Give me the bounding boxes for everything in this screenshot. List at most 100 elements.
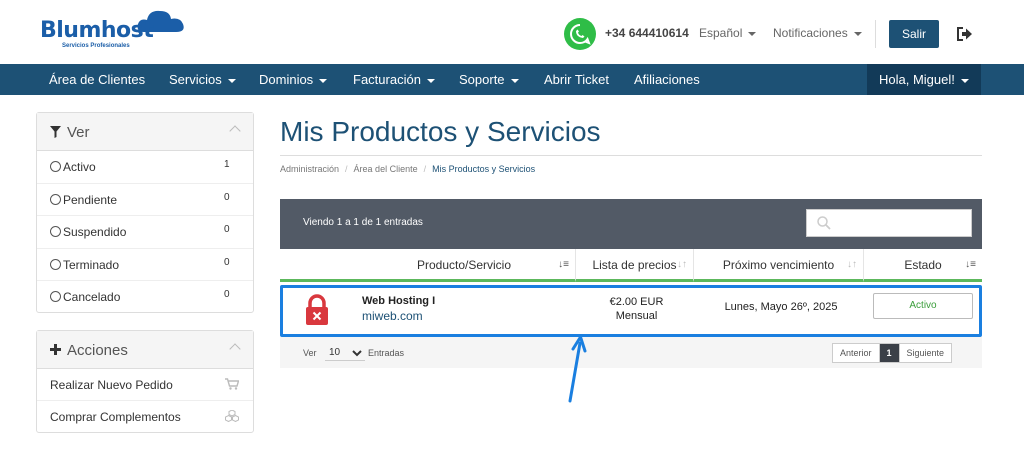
filter-item-pendiente[interactable]: Pendiente 0 — [37, 184, 253, 216]
chevron-up-icon — [229, 343, 241, 355]
radio-icon — [50, 226, 61, 237]
cubes-icon — [225, 410, 239, 422]
lock-icon — [306, 294, 328, 325]
breadcrumb-item[interactable]: Área del Cliente — [354, 164, 418, 174]
filter-count: 0 — [224, 256, 230, 268]
nav-item-soporte[interactable]: Soporte — [459, 64, 519, 95]
column-header-status[interactable]: Estado ↓≡ — [863, 249, 982, 282]
nav-item-label: Área de Clientes — [49, 72, 146, 87]
radio-icon — [50, 258, 61, 270]
filter-label: Terminado — [63, 257, 120, 272]
sort-icon: ↓↑ — [677, 259, 687, 270]
column-header-label: Próximo vencimiento — [722, 258, 835, 272]
logout-button[interactable]: Salir — [889, 20, 939, 48]
entries-label: Entradas — [368, 348, 405, 358]
filter-label: Suspendido — [63, 225, 127, 239]
table-header: Producto/Servicio ↓≡ Lista de precios ↓↑… — [280, 249, 982, 282]
logo[interactable]: Blumhost Servicios Profesionales — [40, 8, 185, 52]
sign-out-icon[interactable] — [955, 26, 973, 42]
filter-item-activo[interactable]: Activo 1 — [37, 151, 253, 184]
next-page-button[interactable]: Siguiente — [898, 344, 952, 362]
language-selector[interactable]: Español — [699, 26, 757, 40]
pagination: Anterior 1 Siguiente — [832, 343, 953, 363]
action-buy-addons[interactable]: Comprar Complementos — [37, 401, 253, 433]
nav-item-facturacion[interactable]: Facturación — [353, 64, 435, 95]
filter-count: 0 — [224, 191, 230, 203]
main-navbar: Área de Clientes Servicios Dominios Fact… — [0, 64, 1024, 95]
price-amount: €2.00 EUR — [609, 296, 664, 308]
language-label: Español — [699, 26, 743, 40]
user-greeting: Hola, Miguel! — [879, 72, 955, 87]
previous-page-button[interactable]: Anterior — [833, 344, 879, 362]
column-header-price[interactable]: Lista de precios ↓↑ — [575, 249, 693, 282]
nav-item-area-clientes[interactable]: Área de Clientes — [49, 64, 145, 95]
table-footer: Ver 10 Entradas Anterior 1 Siguiente — [280, 337, 982, 368]
nav-item-servicios[interactable]: Servicios — [169, 64, 236, 95]
divider — [280, 155, 982, 156]
chevron-down-icon — [227, 78, 236, 83]
annotation-arrow-icon — [568, 335, 587, 403]
filter-panel-header[interactable]: Ver — [37, 113, 253, 151]
actions-panel: Acciones Realizar Nuevo Pedido Comprar C… — [36, 330, 254, 433]
product-domain-link[interactable]: miweb.com — [362, 309, 423, 323]
nav-item-dominios[interactable]: Dominios — [259, 64, 328, 95]
chevron-up-icon — [229, 125, 241, 137]
cart-icon — [225, 378, 239, 390]
phone-number[interactable]: +34 644410614 — [605, 26, 689, 40]
actions-panel-title: Acciones — [67, 342, 128, 359]
divider — [875, 20, 876, 48]
notifications-label: Notificaciones — [773, 26, 848, 40]
column-header-product[interactable]: Producto/Servicio ↓≡ — [353, 249, 575, 282]
chevron-down-icon — [510, 78, 519, 83]
radio-icon — [50, 161, 61, 172]
nav-item-label: Abrir Ticket — [544, 72, 610, 87]
chevron-down-icon — [853, 31, 862, 36]
nav-item-label: Soporte — [459, 72, 505, 87]
breadcrumb-separator: / — [423, 164, 427, 174]
filter-count: 1 — [224, 159, 230, 170]
breadcrumb-item[interactable]: Administración — [280, 164, 339, 174]
filter-item-terminado[interactable]: Terminado 0 — [37, 249, 253, 281]
filter-item-suspendido[interactable]: Suspendido 0 — [37, 216, 253, 249]
filter-panel: Ver Activo 1 Pendiente 0 Suspendido 0 Te… — [36, 112, 254, 313]
search-icon — [817, 216, 831, 230]
search-input[interactable] — [806, 209, 972, 237]
filter-label: Pendiente — [63, 192, 118, 207]
page-button-current[interactable]: 1 — [878, 344, 899, 362]
chevron-down-icon — [319, 78, 328, 83]
filter-count: 0 — [224, 289, 230, 300]
notifications-menu[interactable]: Notificaciones — [773, 26, 862, 40]
breadcrumb-separator: / — [345, 164, 348, 174]
action-new-order[interactable]: Realizar Nuevo Pedido — [37, 369, 253, 401]
radio-icon — [50, 291, 61, 302]
table-row[interactable]: Web Hosting I miweb.com €2.00 EUR Mensua… — [280, 285, 982, 337]
action-label: Realizar Nuevo Pedido — [50, 378, 173, 392]
nav-item-abrir-ticket[interactable]: Abrir Ticket — [544, 64, 609, 95]
plus-icon — [50, 344, 61, 355]
product-price: €2.00 EUR Mensual — [583, 295, 690, 323]
filter-item-cancelado[interactable]: Cancelado 0 — [37, 281, 253, 314]
status-badge[interactable]: Activo — [873, 293, 973, 319]
page-size-label: Ver — [303, 348, 317, 358]
nav-item-label: Afiliaciones — [634, 72, 700, 87]
sort-icon: ↓↑ — [847, 259, 857, 270]
whatsapp-icon[interactable] — [564, 18, 596, 50]
action-label: Comprar Complementos — [50, 410, 181, 424]
user-menu[interactable]: Hola, Miguel! — [867, 64, 981, 95]
page-title: Mis Productos y Servicios — [280, 116, 601, 147]
product-name: Web Hosting I — [362, 295, 436, 307]
nav-item-afiliaciones[interactable]: Afiliaciones — [634, 64, 700, 95]
billing-cycle: Mensual — [615, 310, 658, 322]
column-header-due[interactable]: Próximo vencimiento ↓↑ — [693, 249, 863, 282]
entries-info: Viendo 1 a 1 de 1 entradas — [303, 217, 423, 228]
nav-item-label: Servicios — [169, 72, 222, 87]
nav-item-label: Facturación — [353, 72, 421, 87]
next-due-date: Lunes, Mayo 26º, 2025 — [724, 301, 838, 313]
breadcrumb-item-active: Mis Productos y Servicios — [432, 164, 536, 174]
actions-panel-header[interactable]: Acciones — [37, 331, 253, 369]
column-header-label: Producto/Servicio — [416, 258, 512, 272]
nav-item-label: Dominios — [259, 72, 314, 87]
filter-icon — [50, 126, 61, 138]
logo-text: Blumhost — [40, 18, 154, 43]
page-size-select[interactable]: 10 — [325, 345, 365, 361]
